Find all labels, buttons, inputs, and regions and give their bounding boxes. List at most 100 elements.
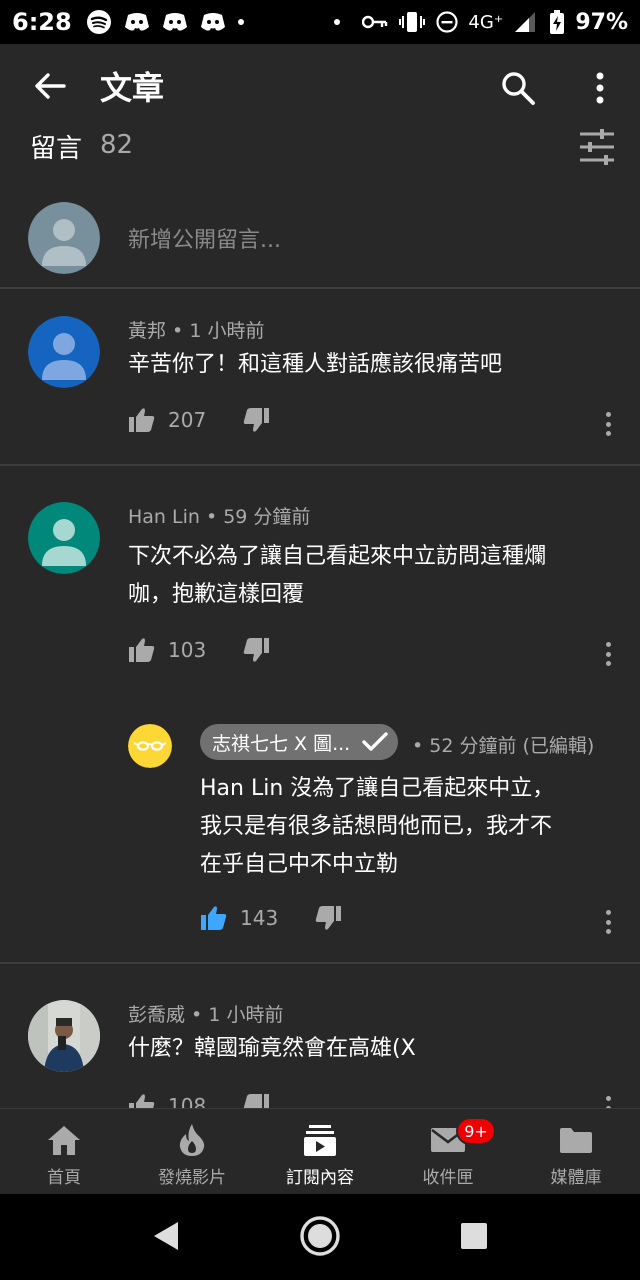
meta-separator: •	[185, 1004, 209, 1026]
like-button[interactable]	[128, 636, 156, 664]
meta-separator: •	[166, 320, 190, 342]
system-back-button[interactable]	[144, 1214, 188, 1258]
sort-comments-button[interactable]	[576, 128, 618, 166]
thumbs-down-icon	[243, 408, 269, 432]
comment-item: 黃邦 • 1 小時前 辛苦你了！和這種人對話應該很痛苦吧 207	[0, 290, 640, 464]
add-comment-input[interactable]: 新增公開留言...	[128, 222, 281, 254]
reply-text: Han Lin 沒為了讓自己看起來中立， 我只是有很多話想問他而已，我才不 在乎…	[200, 770, 610, 884]
reply-more-button[interactable]	[598, 908, 618, 936]
add-comment-row[interactable]: 新增公開留言...	[0, 196, 640, 286]
thumbs-up-filled-icon	[201, 906, 227, 930]
dislike-button[interactable]	[242, 1092, 270, 1108]
comment-text: 什麼？韓國瑜竟然會在高雄(X	[128, 1036, 416, 1061]
status-bar: 6:28 4G⁺ 97%	[0, 0, 640, 44]
nav-label: 首頁	[47, 1168, 81, 1188]
comment-actions: 108	[128, 1088, 270, 1108]
thumbs-up-icon	[129, 408, 155, 432]
comment-more-button[interactable]	[598, 640, 618, 668]
status-right-group: 4G⁺ 97%	[334, 10, 628, 35]
comment-text: 辛苦你了！和這種人對話應該很痛苦吧	[128, 352, 503, 377]
comment-author[interactable]: 黃邦	[128, 320, 166, 342]
battery-percentage: 97%	[575, 9, 628, 35]
comment-text-line: 咖，抱歉這樣回覆	[128, 582, 305, 607]
discord-icon	[200, 11, 226, 33]
comment-item: 彭喬威 • 1 小時前 什麼？韓國瑜竟然會在高雄(X 108	[0, 964, 640, 1108]
nav-item-subscriptions[interactable]: 訂閱內容	[256, 1109, 384, 1195]
comment-author[interactable]: Han Lin	[128, 506, 200, 528]
page-title: 文章	[100, 69, 165, 107]
comment-time: 59 分鐘前	[223, 506, 311, 528]
thumbs-down-icon	[243, 1094, 269, 1108]
notification-dot-icon	[237, 19, 244, 25]
reply-text-line: Han Lin 沒為了讓自己看起來中立，	[200, 776, 555, 801]
nav-label: 發燒影片	[158, 1168, 226, 1188]
like-button-active[interactable]	[200, 904, 228, 932]
glasses-logo-icon	[128, 724, 172, 768]
search-button[interactable]	[496, 66, 540, 110]
network-type: 4G⁺	[468, 11, 504, 33]
bottom-navigation: 首頁 發燒影片 訂閱內容 收件匣 9+ 媒體庫	[0, 1108, 640, 1194]
system-navigation-bar	[0, 1194, 640, 1280]
system-home-button[interactable]	[298, 1214, 342, 1258]
like-button[interactable]	[128, 406, 156, 434]
spotify-icon	[86, 10, 112, 34]
comment-author[interactable]: 彭喬威	[128, 1004, 185, 1026]
like-count: 108	[168, 1094, 207, 1108]
comment-meta: 彭喬威 • 1 小時前	[128, 1000, 283, 1027]
reply-avatar[interactable]	[128, 724, 172, 768]
comment-meta: Han Lin • 59 分鐘前	[128, 502, 310, 529]
commenter-avatar[interactable]	[28, 502, 100, 574]
comment-text-line: 下次不必為了讓自己看起來中立訪問這種爛	[128, 544, 547, 569]
back-button[interactable]	[0, 44, 100, 128]
comments-label: 留言	[30, 134, 83, 164]
back-triangle-icon	[154, 1222, 178, 1250]
subscriptions-icon	[302, 1123, 338, 1157]
commenter-avatar[interactable]	[28, 316, 100, 388]
battery-charging-icon	[550, 10, 565, 34]
comment-time: 1 小時前	[208, 1004, 284, 1026]
dislike-button[interactable]	[242, 406, 270, 434]
nav-item-home[interactable]: 首頁	[0, 1109, 128, 1195]
thumbs-up-icon	[129, 638, 155, 662]
commenter-avatar-photo[interactable]	[28, 1000, 100, 1072]
system-recents-button[interactable]	[452, 1214, 496, 1258]
user-photo-icon	[28, 1000, 100, 1072]
divider	[0, 287, 640, 289]
library-folder-icon	[558, 1123, 594, 1157]
comments-header: 留言 82	[0, 128, 640, 170]
nav-item-trending[interactable]: 發燒影片	[128, 1109, 256, 1195]
meta-separator: •	[412, 735, 430, 757]
more-options-button[interactable]	[580, 66, 620, 110]
dislike-button[interactable]	[314, 904, 342, 932]
reply-actions: 143	[200, 900, 342, 936]
home-icon	[46, 1123, 82, 1157]
thumbs-down-icon	[315, 906, 341, 930]
home-circle-icon	[300, 1216, 340, 1256]
signal-icon	[515, 12, 536, 32]
notification-badge: 9+	[456, 1117, 496, 1145]
comment-more-button[interactable]	[598, 410, 618, 438]
nav-label: 收件匣	[422, 1168, 474, 1188]
more-vert-icon	[596, 72, 604, 104]
comment-actions: 207	[128, 402, 270, 438]
trending-fire-icon	[174, 1123, 210, 1157]
comments-count: 82	[100, 130, 134, 160]
nav-label: 媒體庫	[550, 1168, 602, 1188]
like-count: 207	[168, 408, 207, 432]
comment-text: 下次不必為了讓自己看起來中立訪問這種爛 咖，抱歉這樣回覆	[128, 538, 618, 614]
comment-meta: 黃邦 • 1 小時前	[128, 316, 264, 343]
vpn-key-icon	[362, 15, 388, 29]
channel-owner-chip[interactable]: 志祺七七 X 圖...	[200, 724, 399, 760]
like-button[interactable]	[128, 1092, 156, 1108]
nav-item-library[interactable]: 媒體庫	[512, 1109, 640, 1195]
back-arrow-icon	[35, 73, 66, 99]
dislike-button[interactable]	[242, 636, 270, 664]
comment-more-button[interactable]	[598, 1094, 618, 1108]
nav-item-inbox[interactable]: 收件匣 9+	[384, 1109, 512, 1195]
verified-check-icon	[362, 730, 388, 754]
vibrate-icon	[399, 12, 426, 32]
reply-author: 志祺七七 X 圖...	[212, 732, 351, 755]
discord-icon	[162, 11, 188, 33]
like-count: 143	[240, 906, 279, 930]
sort-filter-icon	[580, 129, 614, 165]
